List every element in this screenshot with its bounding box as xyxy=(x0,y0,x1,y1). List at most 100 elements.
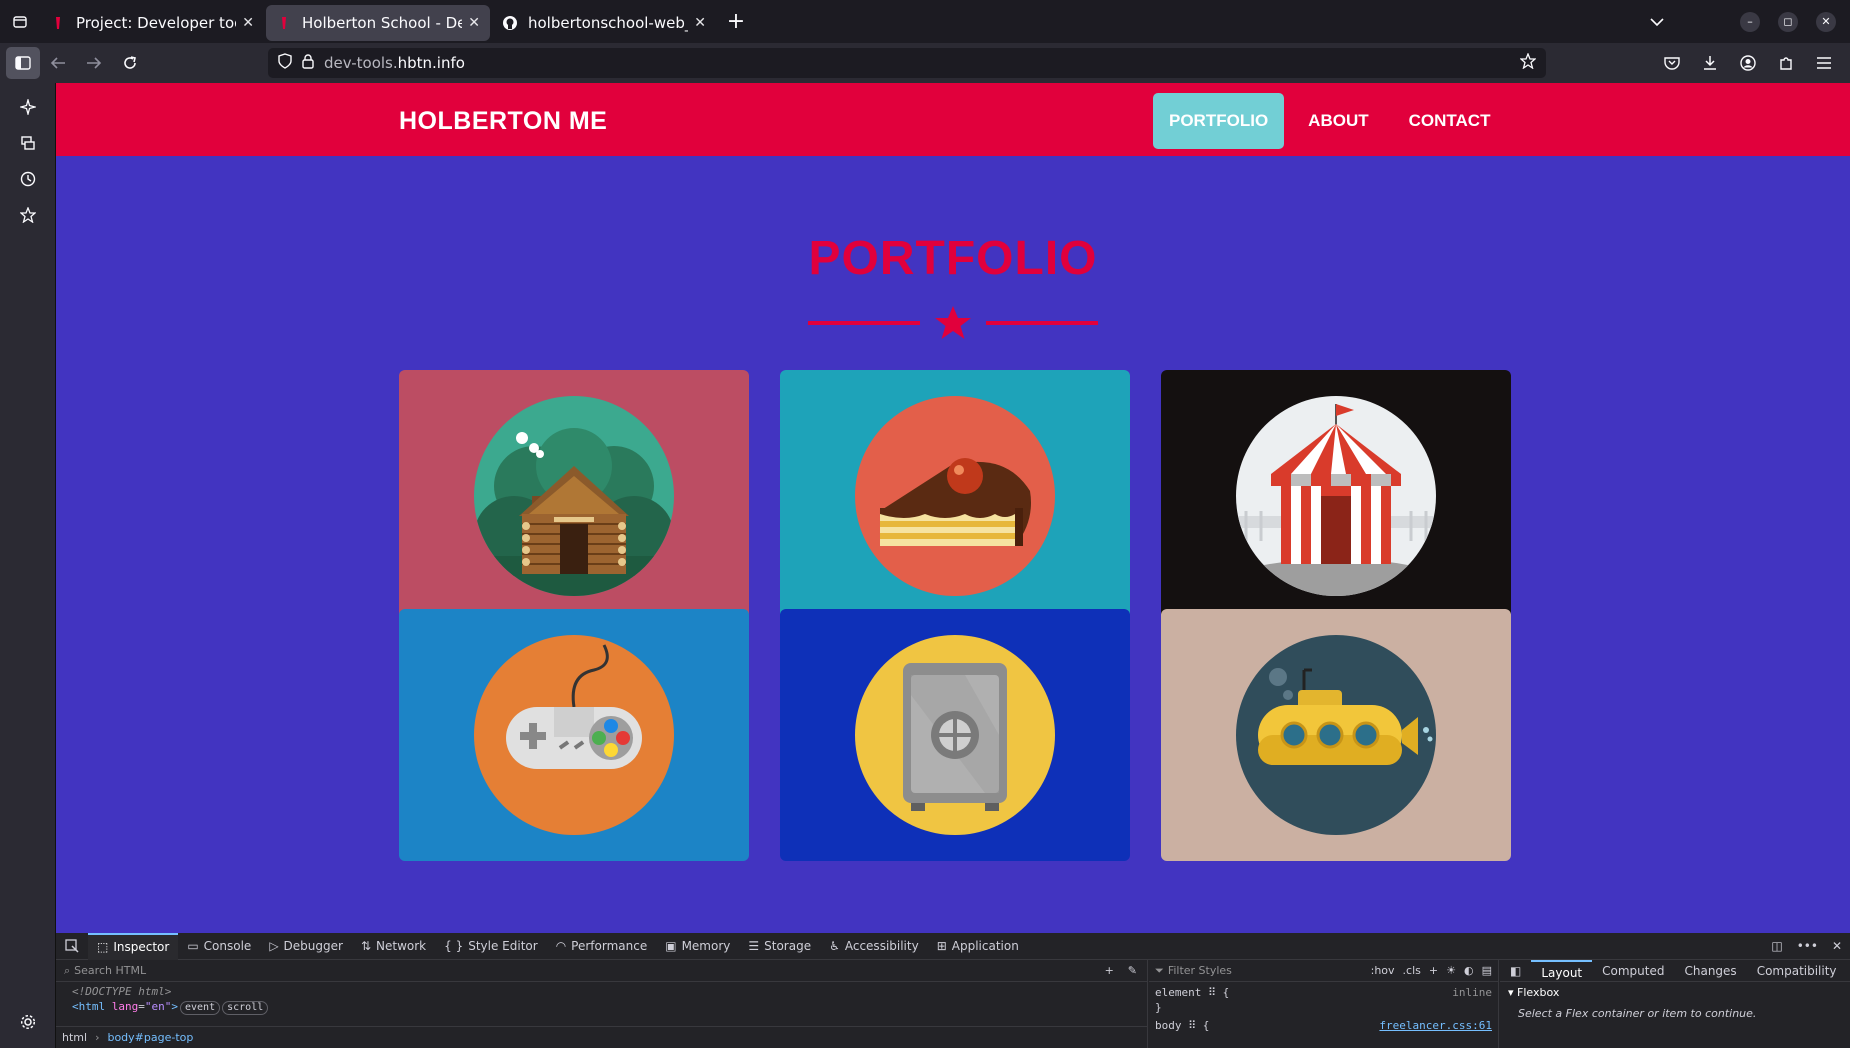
circus-tent-illustration-icon xyxy=(1236,396,1436,596)
settings-gear-icon[interactable] xyxy=(0,1004,56,1040)
tab-list-icon[interactable] xyxy=(0,0,40,43)
rule-body[interactable]: body ⠿ { freelancer.css:61 xyxy=(1149,1015,1498,1033)
devtools-tab-debugger[interactable]: ▷ Debugger xyxy=(260,933,352,960)
flexbox-message: Select a Flex container or item to conti… xyxy=(1518,1007,1757,1020)
site-brand[interactable]: HOLBERTON ME xyxy=(399,107,607,136)
devtools-tab-storage[interactable]: ☰ Storage xyxy=(739,933,820,960)
inspector-icon: ⬚ xyxy=(97,940,109,954)
eyedropper-icon[interactable]: ✎ xyxy=(1128,964,1137,977)
tab-changes[interactable]: Changes xyxy=(1674,960,1746,982)
devtools-tab-memory[interactable]: ▣ Memory xyxy=(656,933,739,960)
safe-illustration-icon xyxy=(855,635,1055,835)
filter-styles-input[interactable]: ⏷ Filter Styles :hov .cls + ☀ ◐ ▤ xyxy=(1149,960,1498,982)
bookmark-star-icon[interactable] xyxy=(1519,52,1537,73)
browser-navigation-bar: dev-tools.hbtn.info xyxy=(0,43,1850,83)
devtools-panel: ⬚ Inspector ▭ Console ▷ Debugger ⇅ Network {… xyxy=(56,932,1850,1048)
account-icon[interactable] xyxy=(1730,45,1766,81)
tab-layout[interactable]: Layout xyxy=(1531,959,1593,982)
ai-sparkle-icon[interactable] xyxy=(0,89,56,125)
nav-link-about[interactable]: ABOUT xyxy=(1292,93,1384,149)
devtools-tab-style-editor[interactable]: { } Style Editor xyxy=(435,933,547,960)
hover-pseudo-toggle[interactable]: :hov xyxy=(1371,964,1395,977)
breadcrumb-body[interactable]: body#page-top xyxy=(107,1031,193,1044)
new-tab-button[interactable]: + xyxy=(718,4,754,40)
close-tab-icon[interactable]: ✕ xyxy=(242,15,254,31)
performance-icon: ◠ xyxy=(555,939,567,953)
devtools-tab-console[interactable]: ▭ Console xyxy=(178,933,260,960)
reload-icon[interactable] xyxy=(112,45,148,81)
close-devtools-icon[interactable]: ✕ xyxy=(1832,939,1842,953)
add-rule-icon[interactable]: + xyxy=(1429,964,1438,977)
forward-arrow-icon[interactable] xyxy=(76,45,112,81)
stylesheet-link[interactable]: freelancer.css:61 xyxy=(1379,1018,1492,1033)
bookmarks-star-icon[interactable] xyxy=(0,197,56,233)
portfolio-item-cake[interactable] xyxy=(780,370,1130,622)
extensions-icon[interactable] xyxy=(1768,45,1804,81)
tab-computed[interactable]: Computed xyxy=(1592,960,1674,982)
search-html-input[interactable]: ⌕ Search HTML + ✎ xyxy=(56,960,1147,982)
browser-sidebar xyxy=(0,83,56,1048)
pocket-icon[interactable] xyxy=(1654,45,1690,81)
rules-view: ⏷ Filter Styles :hov .cls + ☀ ◐ ▤ elemen… xyxy=(1149,960,1499,1048)
scroll-badge[interactable]: scroll xyxy=(222,1001,269,1015)
html-tree: <!DOCTYPE html> <html lang="en"> event scr… xyxy=(56,982,1147,1015)
nav-link-portfolio[interactable]: PORTFOLIO xyxy=(1153,93,1285,149)
address-bar[interactable]: dev-tools.hbtn.info xyxy=(268,48,1546,78)
synced-tabs-icon[interactable] xyxy=(0,125,56,161)
class-toggle[interactable]: .cls xyxy=(1403,964,1421,977)
event-badge[interactable]: event xyxy=(180,1001,221,1015)
browser-tab-holberton[interactable]: Holberton School - Devel ✕ xyxy=(266,4,490,41)
restore-window-button[interactable]: ◻ xyxy=(1778,11,1798,32)
devtools-tab-accessibility[interactable]: ♿ Accessibility xyxy=(820,933,928,960)
star-divider xyxy=(808,306,1098,339)
toggle-sidebar-icon[interactable]: ◧ xyxy=(1500,960,1531,982)
nav-link-contact[interactable]: CONTACT xyxy=(1393,93,1507,149)
devtools-tab-application[interactable]: ⊞ Application xyxy=(928,933,1028,960)
debugger-icon: ▷ xyxy=(269,939,279,953)
portfolio-item-submarine[interactable] xyxy=(1161,609,1511,861)
rule-element[interactable]: element ⠿ { inline } xyxy=(1149,982,1498,1015)
lock-icon[interactable] xyxy=(302,53,314,73)
doctype-node[interactable]: <!DOCTYPE html> xyxy=(72,984,1147,999)
devtools-toolbar: ⬚ Inspector ▭ Console ▷ Debugger ⇅ Network {… xyxy=(56,932,1850,960)
flexbox-section[interactable]: ▾ Flexbox xyxy=(1500,982,1850,1003)
download-icon[interactable] xyxy=(1692,45,1728,81)
storage-icon: ☰ xyxy=(748,939,760,953)
portfolio-item-game-controller[interactable] xyxy=(399,609,749,861)
layout-panel: ◧ Layout Computed Changes Compatibility … xyxy=(1500,959,1850,1048)
html-node[interactable]: <html lang="en"> event scroll xyxy=(72,999,1147,1015)
memory-icon: ▣ xyxy=(665,939,677,953)
portfolio-item-cabin[interactable] xyxy=(399,370,749,622)
close-tab-icon[interactable]: ✕ xyxy=(468,15,480,31)
portfolio-item-circus[interactable] xyxy=(1161,370,1511,622)
menu-hamburger-icon[interactable] xyxy=(1806,45,1842,81)
chevron-down-icon[interactable] xyxy=(1650,12,1664,31)
markup-view: ⌕ Search HTML + ✎ <!DOCTYPE html> <html … xyxy=(56,960,1148,1048)
close-window-button[interactable]: ✕ xyxy=(1816,11,1836,32)
back-arrow-icon[interactable] xyxy=(40,45,76,81)
minimize-window-button[interactable]: – xyxy=(1740,11,1760,32)
more-options-icon[interactable]: ••• xyxy=(1797,939,1818,953)
print-media-icon[interactable]: ▤ xyxy=(1482,964,1492,977)
add-node-icon[interactable]: + xyxy=(1105,964,1114,977)
portfolio-item-safe[interactable] xyxy=(780,609,1130,861)
history-clock-icon[interactable] xyxy=(0,161,56,197)
browser-tab-bar: Project: Developer tools | ✕ Holberton S… xyxy=(0,0,1850,43)
devtools-tab-performance[interactable]: ◠ Performance xyxy=(547,933,657,960)
tab-compatibility[interactable]: Compatibility xyxy=(1747,960,1847,982)
dock-side-icon[interactable]: ◫ xyxy=(1771,939,1782,953)
devtools-tab-network[interactable]: ⇅ Network xyxy=(352,933,435,960)
light-theme-icon[interactable]: ☀ xyxy=(1446,964,1456,977)
browser-tab-developer-tools[interactable]: Project: Developer tools | ✕ xyxy=(40,5,264,41)
application-icon: ⊞ xyxy=(936,939,947,953)
section-title: PORTFOLIO xyxy=(808,232,1098,285)
site-header: HOLBERTON ME PORTFOLIO ABOUT CONTACT xyxy=(56,83,1850,156)
element-picker-icon[interactable] xyxy=(56,933,88,960)
breadcrumb-html[interactable]: html xyxy=(62,1031,87,1044)
shield-icon[interactable] xyxy=(278,53,292,73)
sidebar-toggle-icon[interactable] xyxy=(6,47,40,79)
browser-tab-github[interactable]: holbertonschool-web_fro ✕ xyxy=(492,5,716,41)
devtools-tab-inspector[interactable]: ⬚ Inspector xyxy=(88,932,179,960)
dark-theme-icon[interactable]: ◐ xyxy=(1464,964,1474,977)
close-tab-icon[interactable]: ✕ xyxy=(694,15,706,31)
